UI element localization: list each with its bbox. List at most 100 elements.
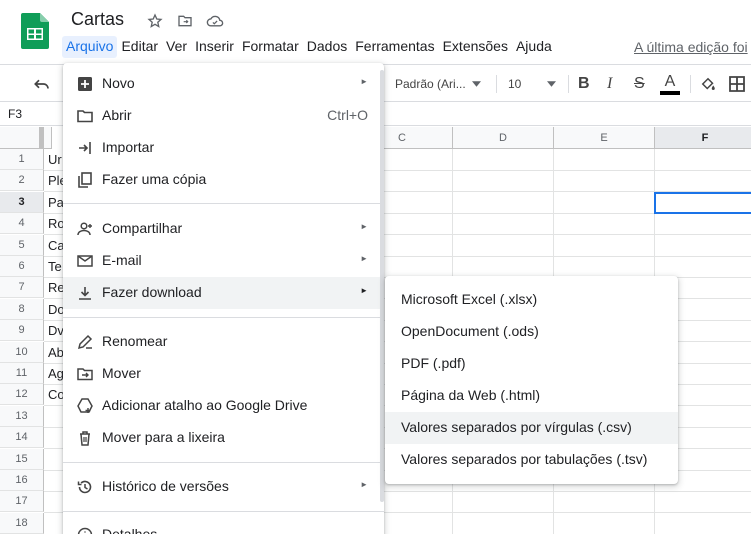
cell-a6[interactable]: Te — [48, 256, 62, 277]
menu-item-detalhes[interactable]: Detalhes — [63, 519, 384, 534]
menu-item-compartilhar[interactable]: Compartilhar ► — [63, 213, 384, 245]
menu-item-renomear[interactable]: Renomear — [63, 326, 384, 358]
move-folder-icon[interactable] — [173, 11, 197, 31]
menu-item-mover[interactable]: Mover — [63, 358, 384, 390]
row-header-1[interactable]: 1 — [0, 149, 44, 170]
menu-bar: Arquivo Editar Ver Inserir Formatar Dado… — [62, 36, 556, 58]
row-header-4[interactable]: 4 — [0, 213, 44, 234]
last-edit-link[interactable]: A última edição foi — [634, 39, 748, 55]
undo-icon[interactable] — [33, 65, 51, 103]
cell-a1[interactable]: Ur — [48, 149, 62, 170]
menu-formatar[interactable]: Formatar — [238, 36, 303, 58]
menu-item-importar[interactable]: Importar — [63, 132, 384, 164]
move-icon — [77, 366, 93, 382]
trash-icon — [77, 430, 93, 446]
cloud-status-icon[interactable] — [203, 11, 227, 31]
file-menu: Novo ► Abrir Ctrl+O Importar Fazer uma c… — [63, 63, 384, 534]
row-header-7[interactable]: 7 — [0, 277, 44, 298]
share-person-icon — [77, 221, 93, 237]
menu-scrollbar[interactable] — [380, 70, 384, 502]
menu-item-novo[interactable]: Novo ► — [63, 68, 384, 100]
menu-ferramentas[interactable]: Ferramentas — [351, 36, 438, 58]
font-size-select[interactable]: 10 — [508, 65, 560, 103]
menu-divider — [63, 511, 384, 512]
row-header-10[interactable]: 10 — [0, 342, 44, 363]
strikethrough-icon[interactable]: S — [634, 65, 645, 103]
row-header-8[interactable]: 8 — [0, 299, 44, 320]
fill-color-icon[interactable] — [699, 65, 717, 103]
sheets-app: Cartas Arquivo Editar Ver Inserir Format… — [0, 0, 751, 534]
menu-item-adicionar-atalho[interactable]: Adicionar atalho ao Google Drive — [63, 390, 384, 422]
row-header-13[interactable]: 13 — [0, 406, 44, 427]
submenu-arrow-icon: ► — [360, 254, 368, 263]
submenu-arrow-icon: ► — [360, 222, 368, 231]
email-icon — [77, 253, 93, 269]
download-tsv[interactable]: Valores separados por tabulações (.tsv) — [385, 444, 678, 476]
submenu-arrow-icon: ► — [360, 480, 368, 489]
cell-a9[interactable]: Dv — [48, 320, 64, 341]
column-header-a[interactable] — [44, 127, 52, 149]
name-box[interactable]: F3 — [8, 107, 22, 121]
star-icon[interactable] — [143, 11, 167, 31]
menu-dados[interactable]: Dados — [303, 36, 351, 58]
document-title[interactable]: Cartas — [71, 9, 124, 30]
drive-shortcut-icon — [77, 398, 93, 414]
column-header-f[interactable]: F — [655, 127, 751, 149]
font-family-value: Padrão (Ari... — [395, 77, 466, 91]
import-icon — [77, 140, 93, 156]
row-header-5[interactable]: 5 — [0, 235, 44, 256]
download-csv[interactable]: Valores separados por vírgulas (.csv) — [385, 412, 678, 444]
menu-item-lixeira[interactable]: Mover para a lixeira — [63, 422, 384, 454]
bold-icon[interactable]: B — [578, 65, 590, 103]
column-header-e[interactable]: E — [554, 127, 655, 149]
row-header-12[interactable]: 12 — [0, 384, 44, 405]
menu-item-email[interactable]: E-mail ► — [63, 245, 384, 277]
menu-ver[interactable]: Ver — [162, 36, 191, 58]
history-icon — [77, 479, 93, 495]
copy-icon — [77, 172, 93, 188]
chevron-down-icon — [547, 81, 557, 87]
shortcut-label: Ctrl+O — [327, 107, 368, 123]
row-header-3[interactable]: 3 — [0, 192, 44, 213]
menu-ajuda[interactable]: Ajuda — [512, 36, 556, 58]
menu-extensoes[interactable]: Extensões — [439, 36, 512, 58]
text-color-icon[interactable]: A — [660, 65, 680, 103]
font-family-select[interactable]: Padrão (Ari... — [395, 65, 487, 103]
google-sheets-logo[interactable] — [21, 13, 49, 49]
menu-inserir[interactable]: Inserir — [191, 36, 238, 58]
row-header-17[interactable]: 17 — [0, 491, 44, 512]
borders-icon[interactable] — [729, 65, 745, 103]
download-html[interactable]: Página da Web (.html) — [385, 380, 678, 412]
row-header-16[interactable]: 16 — [0, 470, 44, 491]
menu-item-fazer-download[interactable]: Fazer download ► — [63, 277, 384, 309]
menu-divider — [63, 317, 384, 318]
menu-divider — [63, 462, 384, 463]
row-header-6[interactable]: 6 — [0, 256, 44, 277]
info-icon — [77, 527, 93, 534]
menu-item-fazer-copia[interactable]: Fazer uma cópia — [63, 164, 384, 196]
row-header-11[interactable]: 11 — [0, 363, 44, 384]
download-xlsx[interactable]: Microsoft Excel (.xlsx) — [385, 284, 678, 316]
select-all-corner[interactable] — [0, 127, 44, 149]
column-header-d[interactable]: D — [453, 127, 554, 149]
download-pdf[interactable]: PDF (.pdf) — [385, 348, 678, 380]
cell-a10[interactable]: Ab — [48, 342, 64, 363]
rename-icon — [77, 334, 93, 350]
row-header-2[interactable]: 2 — [0, 170, 44, 191]
row-header-18[interactable]: 18 — [0, 513, 44, 534]
row-header-14[interactable]: 14 — [0, 427, 44, 448]
download-ods[interactable]: OpenDocument (.ods) — [385, 316, 678, 348]
cell-a3[interactable]: Pa — [48, 192, 64, 213]
row-header-15[interactable]: 15 — [0, 449, 44, 470]
menu-arquivo[interactable]: Arquivo — [62, 36, 118, 58]
italic-icon[interactable]: I — [607, 65, 612, 103]
cell-a11[interactable]: Ag — [48, 363, 64, 384]
selected-cell-f3[interactable] — [654, 192, 751, 214]
menu-item-abrir[interactable]: Abrir Ctrl+O — [63, 100, 384, 132]
font-size-value: 10 — [508, 77, 522, 91]
menu-divider — [63, 203, 384, 204]
menu-editar[interactable]: Editar — [117, 36, 162, 58]
submenu-arrow-icon: ► — [360, 286, 368, 295]
row-header-9[interactable]: 9 — [0, 320, 44, 341]
menu-item-historico[interactable]: Histórico de versões ► — [63, 471, 384, 503]
